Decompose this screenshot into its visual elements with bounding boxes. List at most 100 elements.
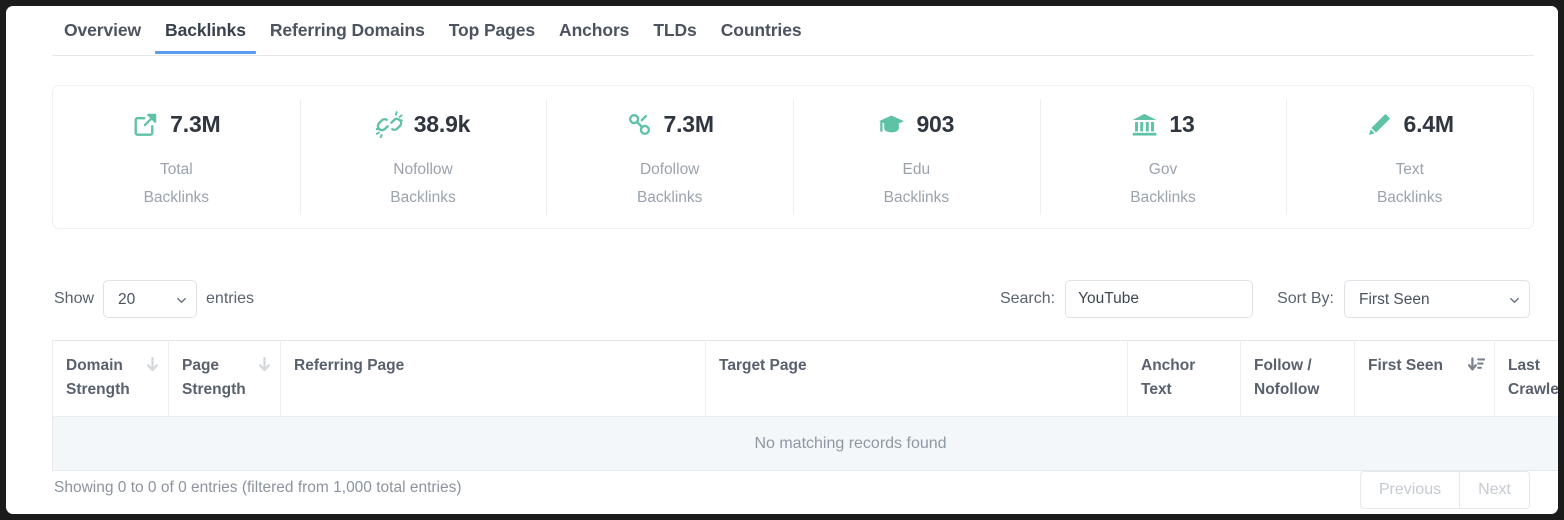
stat-label-line1: Dofollow xyxy=(637,156,702,184)
sort-descending-active-icon xyxy=(1468,357,1485,373)
stat-edu-backlinks: 903 EduBacklinks xyxy=(793,86,1040,228)
column-header-line1: First Seen xyxy=(1368,357,1443,374)
column-header-label: First Seen xyxy=(1368,354,1443,378)
column-header-label: Page Strength xyxy=(182,354,246,402)
stat-label: DofollowBacklinks xyxy=(637,156,702,212)
column-header-target-page[interactable]: Target Page xyxy=(706,341,1128,417)
column-header-domain-strength[interactable]: Domain Strength xyxy=(53,341,169,417)
stat-value: 7.3M xyxy=(664,111,714,138)
column-header-line1: Domain xyxy=(66,357,123,374)
stat-text-backlinks: 6.4M TextBacklinks xyxy=(1286,86,1533,228)
external-link-icon xyxy=(132,111,159,138)
column-header-referring-page[interactable]: Referring Page xyxy=(281,341,706,417)
stat-value: 6.4M xyxy=(1404,111,1454,138)
page-length-select-wrapper: 102050100 xyxy=(103,280,197,318)
column-header-label: Follow / Nofollow xyxy=(1254,354,1319,402)
stat-nofollow-backlinks: 38.9k NofollowBacklinks xyxy=(300,86,547,228)
table-header-row: Domain Strength Page Strength Referring Page… xyxy=(53,341,1559,417)
stat-label: TextBacklinks xyxy=(1377,156,1442,212)
sort-descending-icon xyxy=(146,357,159,373)
tab-tlds[interactable]: TLDs xyxy=(641,16,708,53)
stat-value: 13 xyxy=(1169,111,1194,138)
table-filter-controls: Search: Sort By: First SeenLast CrawledD… xyxy=(1000,280,1530,318)
column-header-line2: Strength xyxy=(182,381,246,398)
column-header-anchor-text[interactable]: Anchor Text xyxy=(1128,341,1241,417)
tab-countries[interactable]: Countries xyxy=(709,16,814,53)
stat-label-line1: Total xyxy=(144,156,209,184)
sort-by-label: Sort By: xyxy=(1277,290,1334,308)
stat-value-row: 13 xyxy=(1131,107,1194,143)
stat-gov-backlinks: 13 GovBacklinks xyxy=(1040,86,1287,228)
column-header-follow-nofollow[interactable]: Follow / Nofollow xyxy=(1241,341,1355,417)
column-header-page-strength[interactable]: Page Strength xyxy=(169,341,281,417)
tab-referring-domains[interactable]: Referring Domains xyxy=(258,16,437,53)
stat-dofollow-backlinks: 7.3M DofollowBacklinks xyxy=(546,86,793,228)
stat-value-row: 7.3M xyxy=(132,107,220,143)
previous-page-button[interactable]: Previous xyxy=(1360,471,1459,509)
link-chain-icon xyxy=(626,111,653,138)
tab-anchors[interactable]: Anchors xyxy=(547,16,641,53)
backlink-stats-card: 7.3MTotalBacklinks38.9kNofollowBacklinks… xyxy=(52,85,1534,229)
column-header-line1: Anchor xyxy=(1141,357,1195,374)
stat-label-line2: Backlinks xyxy=(637,184,702,212)
graduation-cap-icon xyxy=(878,111,905,138)
pagination: Previous Next xyxy=(1360,471,1530,509)
sort-by-select-wrapper: First SeenLast CrawledDomain StrengthPag… xyxy=(1344,280,1530,318)
tab-bar: OverviewBacklinksReferring DomainsTop Pa… xyxy=(52,16,1534,56)
page-length-control: Show 102050100 entries xyxy=(54,280,254,318)
stat-label-line1: Text xyxy=(1377,156,1442,184)
backlinks-panel: OverviewBacklinksReferring DomainsTop Pa… xyxy=(16,6,1558,514)
tab-backlinks[interactable]: Backlinks xyxy=(153,16,258,53)
next-page-button[interactable]: Next xyxy=(1459,471,1530,509)
column-header-line2: Nofollow xyxy=(1254,381,1319,398)
stat-value-row: 6.4M xyxy=(1366,107,1454,143)
empty-message: No matching records found xyxy=(53,417,1559,471)
stat-label: GovBacklinks xyxy=(1130,156,1195,212)
stat-total-backlinks: 7.3M TotalBacklinks xyxy=(53,86,300,228)
stat-value: 903 xyxy=(916,111,954,138)
column-header-first-seen[interactable]: First Seen xyxy=(1355,341,1495,417)
table-row: No matching records found xyxy=(53,417,1559,471)
tab-overview[interactable]: Overview xyxy=(52,16,153,53)
column-header-line2: Crawled xyxy=(1508,381,1558,398)
stat-value: 7.3M xyxy=(170,111,220,138)
stat-value-row: 38.9k xyxy=(376,107,471,143)
search-label: Search: xyxy=(1000,290,1055,308)
stat-label-line2: Backlinks xyxy=(884,184,949,212)
stat-value-row: 7.3M xyxy=(626,107,714,143)
stat-label-line1: Edu xyxy=(884,156,949,184)
show-label: Show xyxy=(54,290,94,308)
broken-link-icon xyxy=(376,111,403,138)
pencil-icon xyxy=(1366,111,1393,138)
stat-value-row: 903 xyxy=(878,107,954,143)
stat-label-line2: Backlinks xyxy=(390,184,455,212)
table-info: Showing 0 to 0 of 0 entries (filtered fr… xyxy=(54,479,462,497)
page-length-select[interactable]: 102050100 xyxy=(103,280,197,318)
bank-icon xyxy=(1131,111,1158,138)
backlinks-table: Domain Strength Page Strength Referring Page… xyxy=(52,340,1558,471)
stat-label-line2: Backlinks xyxy=(144,184,209,212)
stat-label: TotalBacklinks xyxy=(144,156,209,212)
stat-value: 38.9k xyxy=(414,111,471,138)
tab-top-pages[interactable]: Top Pages xyxy=(437,16,547,53)
column-header-line1: Referring Page xyxy=(294,357,404,374)
column-header-line2: Text xyxy=(1141,381,1172,398)
table-head: Domain Strength Page Strength Referring Page… xyxy=(53,341,1559,417)
entries-label: entries xyxy=(206,290,254,308)
stat-label-line1: Gov xyxy=(1130,156,1195,184)
column-header-line1: Follow / xyxy=(1254,357,1312,374)
sort-by-select[interactable]: First SeenLast CrawledDomain StrengthPag… xyxy=(1344,280,1530,318)
stat-label-line1: Nofollow xyxy=(390,156,455,184)
column-header-last-crawled[interactable]: Last Crawled xyxy=(1495,341,1559,417)
column-header-line1: Page xyxy=(182,357,219,374)
stat-label-line2: Backlinks xyxy=(1377,184,1442,212)
column-header-line1: Last xyxy=(1508,357,1540,374)
column-header-label: Last Crawled xyxy=(1508,354,1558,402)
sort-descending-icon xyxy=(258,357,271,373)
stat-label: EduBacklinks xyxy=(884,156,949,212)
search-input[interactable] xyxy=(1065,280,1253,318)
column-header-label: Target Page xyxy=(719,354,807,378)
app-window: OverviewBacklinksReferring DomainsTop Pa… xyxy=(6,6,1558,514)
column-header-line2: Strength xyxy=(66,381,130,398)
column-header-label: Domain Strength xyxy=(66,354,130,402)
